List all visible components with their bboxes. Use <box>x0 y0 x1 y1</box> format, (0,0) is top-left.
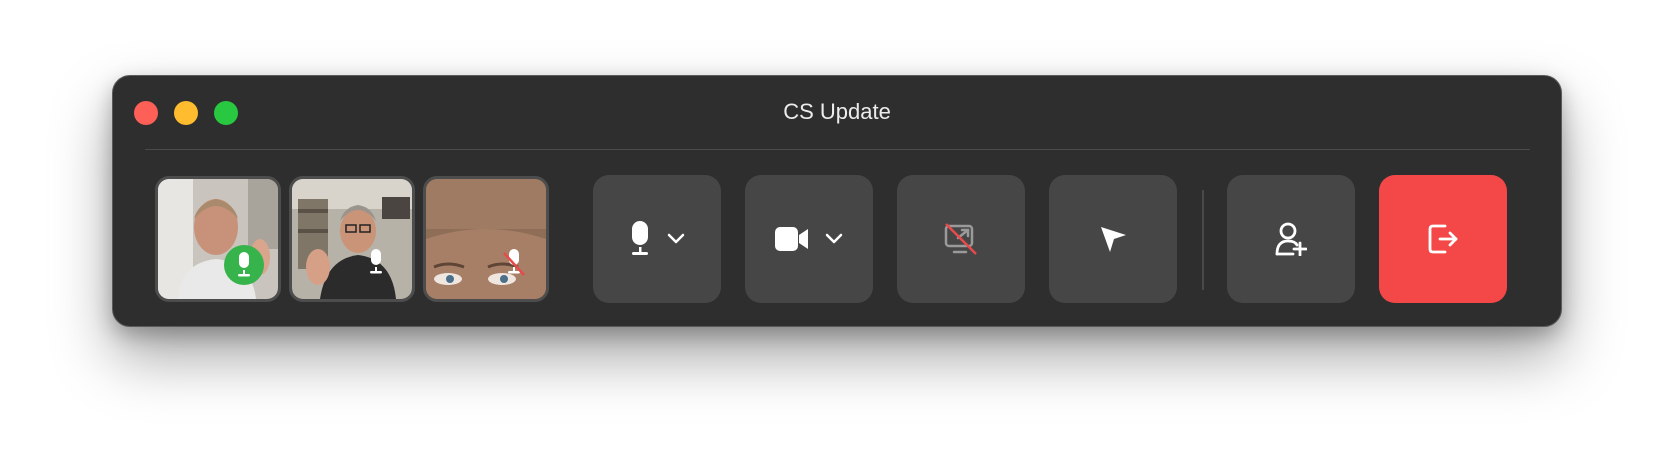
mic-icon <box>238 252 250 277</box>
participant-mic-muted-indicator <box>502 249 526 277</box>
speaking-indicator <box>224 245 264 285</box>
title-divider <box>145 149 1530 150</box>
add-person-icon <box>1275 222 1307 256</box>
leave-icon <box>1428 224 1458 254</box>
participant-tile-1[interactable] <box>155 176 281 302</box>
screen-share-button[interactable] <box>897 175 1025 303</box>
window-title: CS Update <box>783 99 891 124</box>
participant-tile-2[interactable] <box>289 176 415 302</box>
camera-button[interactable] <box>745 175 873 303</box>
participant-tile-3[interactable] <box>423 176 549 302</box>
leave-call-button[interactable] <box>1379 175 1507 303</box>
mic-off-icon <box>503 249 525 276</box>
call-window: CS Update <box>112 75 1562 327</box>
video-camera-icon <box>775 227 808 251</box>
screen-share-off-icon <box>944 223 977 255</box>
microphone-button[interactable] <box>593 175 721 303</box>
chevron-down-icon[interactable] <box>825 233 843 245</box>
participant-video-1 <box>158 179 278 299</box>
invite-button[interactable] <box>1227 175 1355 303</box>
participant-video-2 <box>292 179 412 299</box>
participant-video-3 <box>426 179 546 299</box>
mic-icon <box>370 249 382 274</box>
controls-separator <box>1202 190 1204 290</box>
pointer-button[interactable] <box>1049 175 1177 303</box>
chevron-down-icon[interactable] <box>667 233 685 245</box>
mic-icon <box>632 221 648 255</box>
participant-mic-indicator <box>368 249 384 275</box>
cursor-arrow-icon <box>1101 227 1126 252</box>
